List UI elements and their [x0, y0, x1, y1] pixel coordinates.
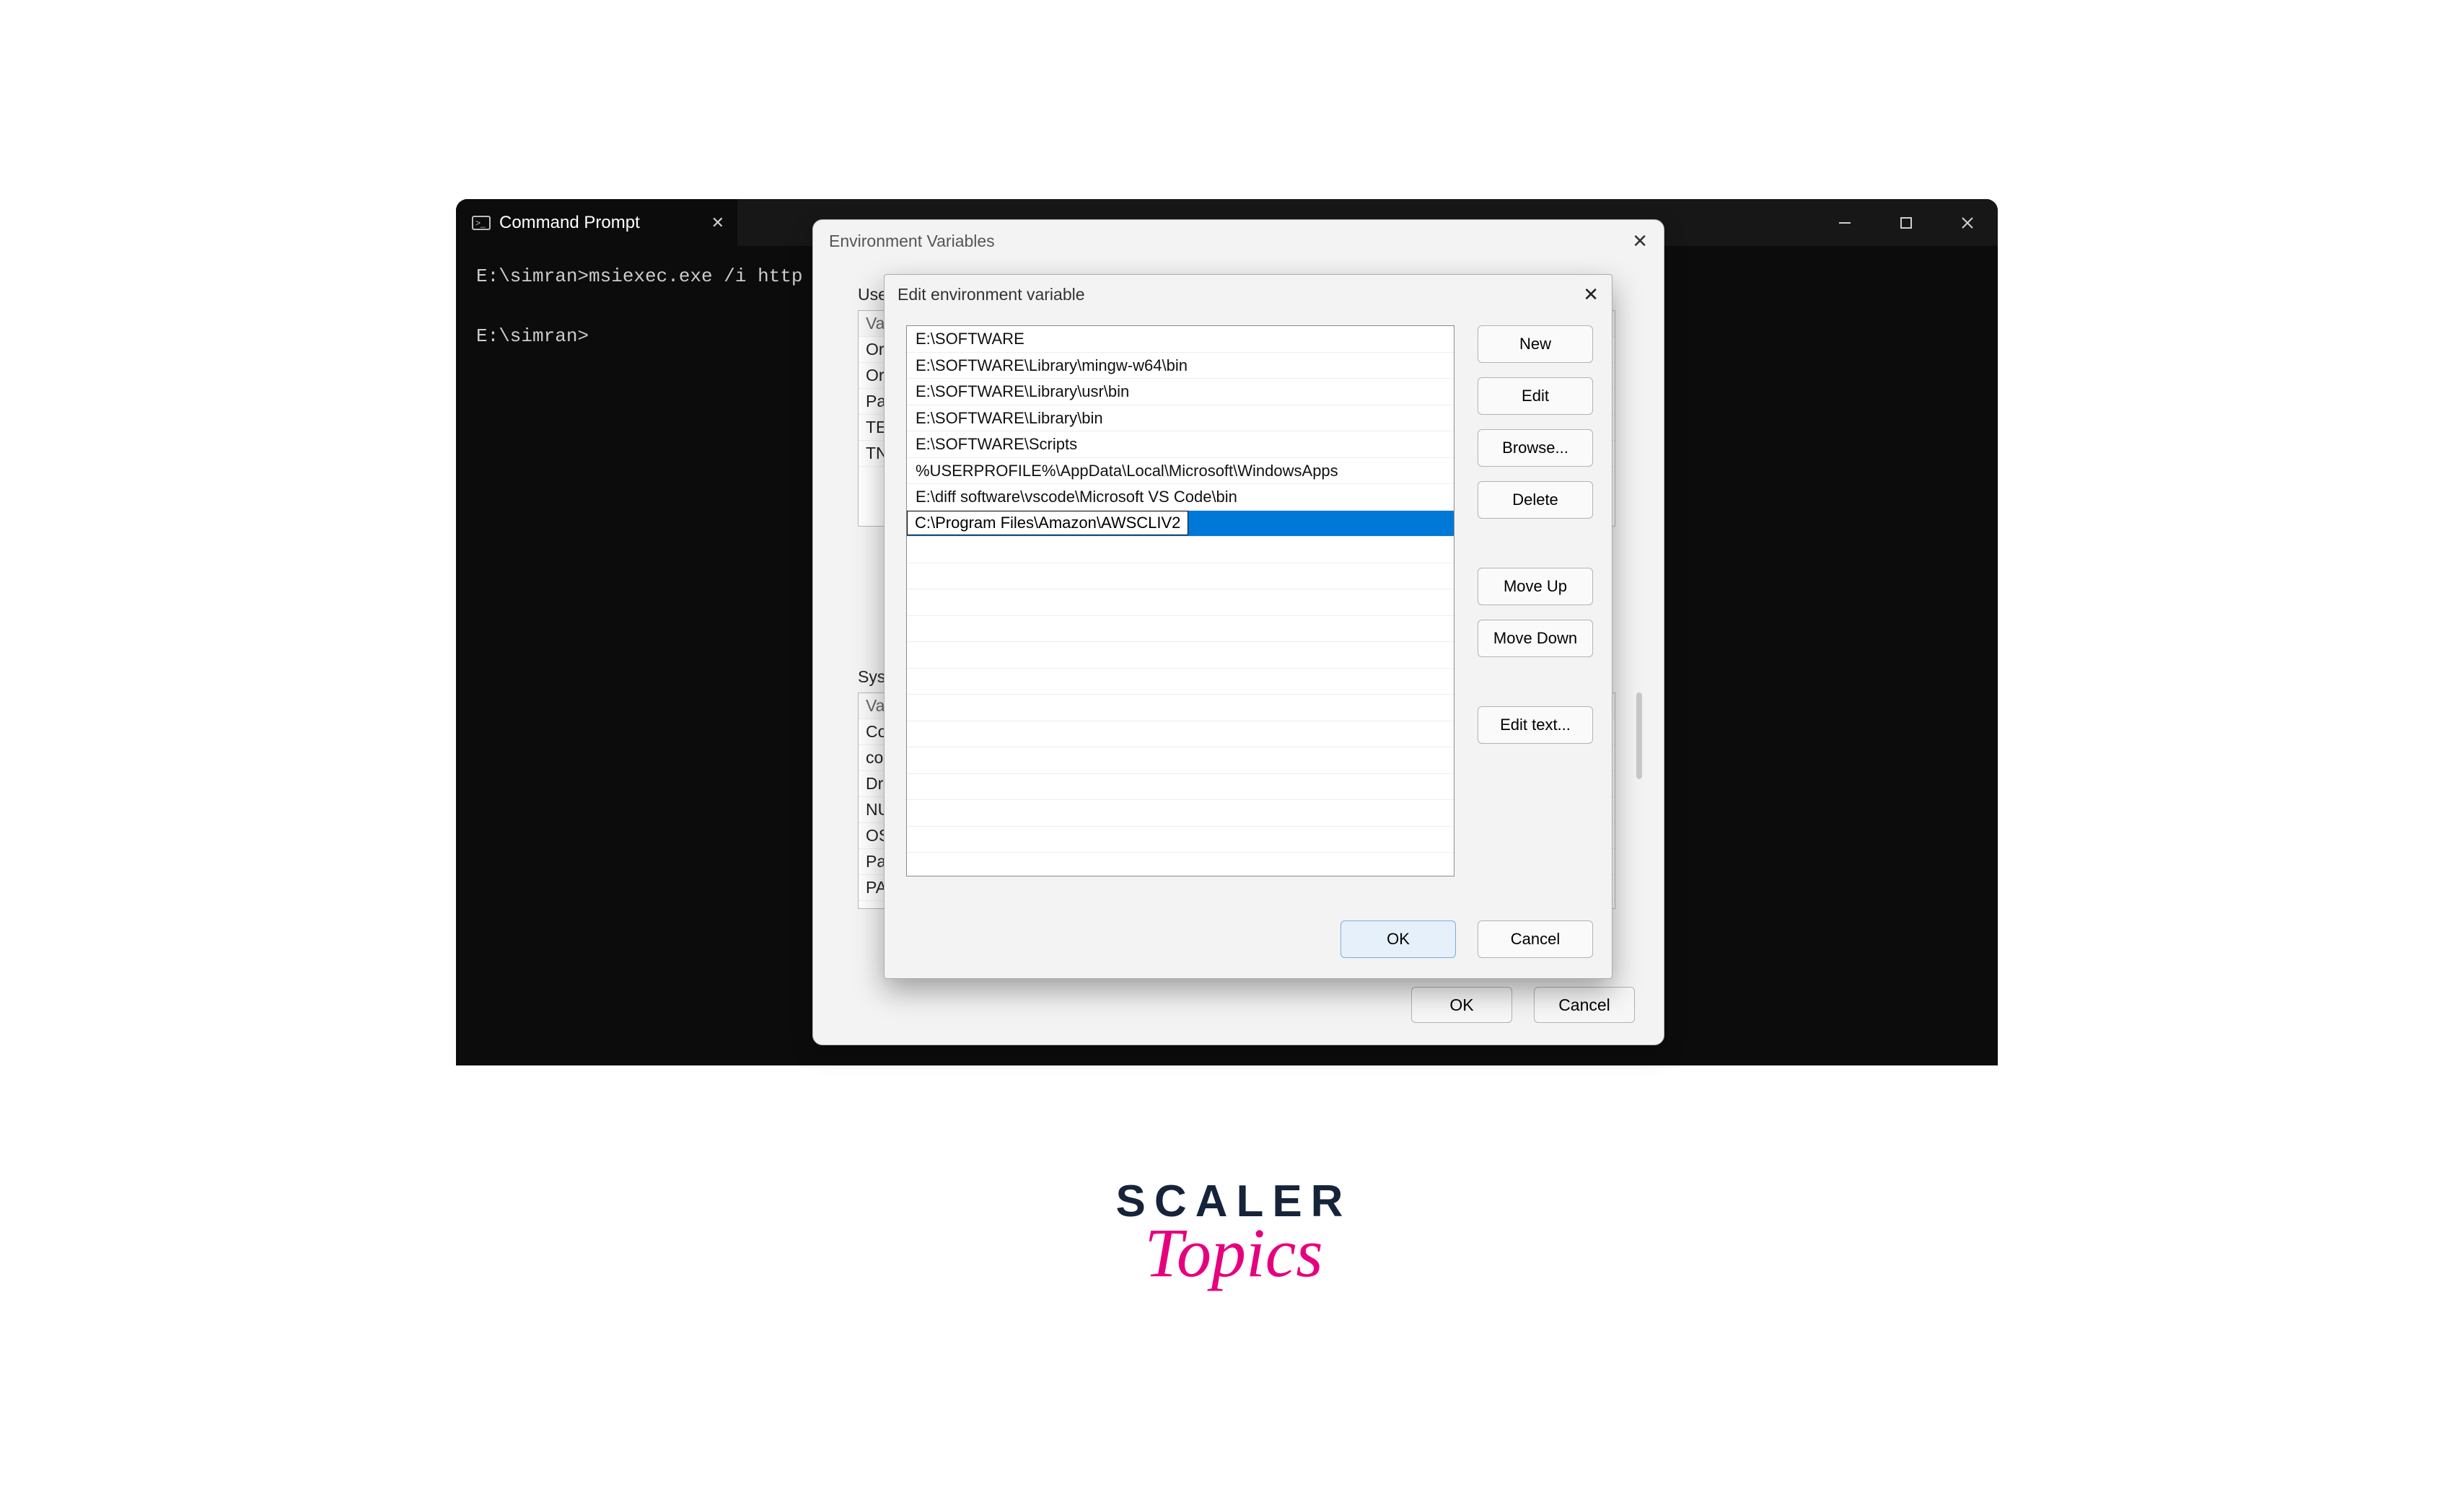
ok-button[interactable]: OK — [1411, 987, 1512, 1023]
scaler-topics-logo: SCALER Topics — [1104, 1176, 1364, 1293]
path-edit-input[interactable] — [907, 511, 1188, 535]
window-close-button[interactable] — [1936, 199, 1998, 246]
edit-text-button[interactable]: Edit text... — [1478, 706, 1593, 744]
path-entry-empty[interactable] — [907, 642, 1454, 669]
browse-button[interactable]: Browse... — [1478, 429, 1593, 467]
path-entry-empty[interactable] — [907, 800, 1454, 827]
path-entry-empty[interactable] — [907, 669, 1454, 695]
path-entry[interactable]: E:\diff software\vscode\Microsoft VS Cod… — [907, 484, 1454, 511]
maximize-button[interactable] — [1875, 199, 1936, 246]
path-entry[interactable]: E:\SOFTWARE — [907, 326, 1454, 353]
edit-button[interactable]: Edit — [1478, 377, 1593, 415]
path-entry-editing[interactable] — [907, 511, 1454, 537]
path-entry[interactable]: E:\SOFTWARE\Library\mingw-w64\bin — [907, 353, 1454, 379]
path-entry[interactable]: E:\SOFTWARE\Library\usr\bin — [907, 379, 1454, 405]
path-entry-empty[interactable] — [907, 747, 1454, 774]
path-entry[interactable]: E:\SOFTWARE\Scripts — [907, 431, 1454, 458]
new-button[interactable]: New — [1478, 325, 1593, 363]
move-down-button[interactable]: Move Down — [1478, 620, 1593, 657]
env-dialog-buttons: OK Cancel — [1411, 987, 1635, 1023]
path-entry-empty[interactable] — [907, 589, 1454, 616]
scrollbar-thumb[interactable] — [1636, 693, 1642, 779]
edit-dialog-bottom-buttons: OK Cancel — [1340, 920, 1593, 958]
tab-close-icon[interactable]: ✕ — [711, 214, 724, 232]
cancel-button[interactable]: Cancel — [1534, 987, 1635, 1023]
path-entry-empty[interactable] — [907, 695, 1454, 721]
env-dialog-title: Environment Variables — [829, 232, 995, 251]
minimize-button[interactable] — [1814, 199, 1875, 246]
path-entry-empty[interactable] — [907, 853, 1454, 876]
edit-environment-variable-dialog: Edit environment variable ✕ E:\SOFTWARE … — [884, 274, 1612, 979]
path-entries-list[interactable]: E:\SOFTWARE E:\SOFTWARE\Library\mingw-w6… — [906, 325, 1454, 876]
close-icon[interactable]: ✕ — [1583, 284, 1599, 306]
path-entry-empty[interactable] — [907, 827, 1454, 853]
path-entry[interactable]: E:\SOFTWARE\Library\bin — [907, 405, 1454, 432]
terminal-tab[interactable]: >_ Command Prompt ✕ — [456, 199, 737, 246]
path-entry-empty[interactable] — [907, 721, 1454, 748]
path-entry[interactable]: %USERPROFILE%\AppData\Local\Microsoft\Wi… — [907, 458, 1454, 485]
close-icon[interactable]: ✕ — [1632, 230, 1648, 252]
window-buttons — [1814, 199, 1998, 246]
terminal-icon: >_ — [472, 216, 491, 230]
path-entry-empty[interactable] — [907, 537, 1454, 563]
move-up-button[interactable]: Move Up — [1478, 568, 1593, 605]
cancel-button[interactable]: Cancel — [1478, 920, 1593, 958]
delete-button[interactable]: Delete — [1478, 481, 1593, 519]
ok-button[interactable]: OK — [1340, 920, 1456, 958]
edit-dialog-title: Edit environment variable — [898, 285, 1085, 304]
env-dialog-titlebar: Environment Variables ✕ — [813, 220, 1664, 260]
path-entry-empty[interactable] — [907, 616, 1454, 643]
edit-dialog-titlebar: Edit environment variable ✕ — [885, 275, 1612, 312]
edit-dialog-side-buttons: New Edit Browse... Delete Move Up Move D… — [1478, 325, 1593, 744]
tab-title: Command Prompt — [499, 213, 640, 233]
path-entry-empty[interactable] — [907, 774, 1454, 801]
path-entry-empty[interactable] — [907, 563, 1454, 590]
